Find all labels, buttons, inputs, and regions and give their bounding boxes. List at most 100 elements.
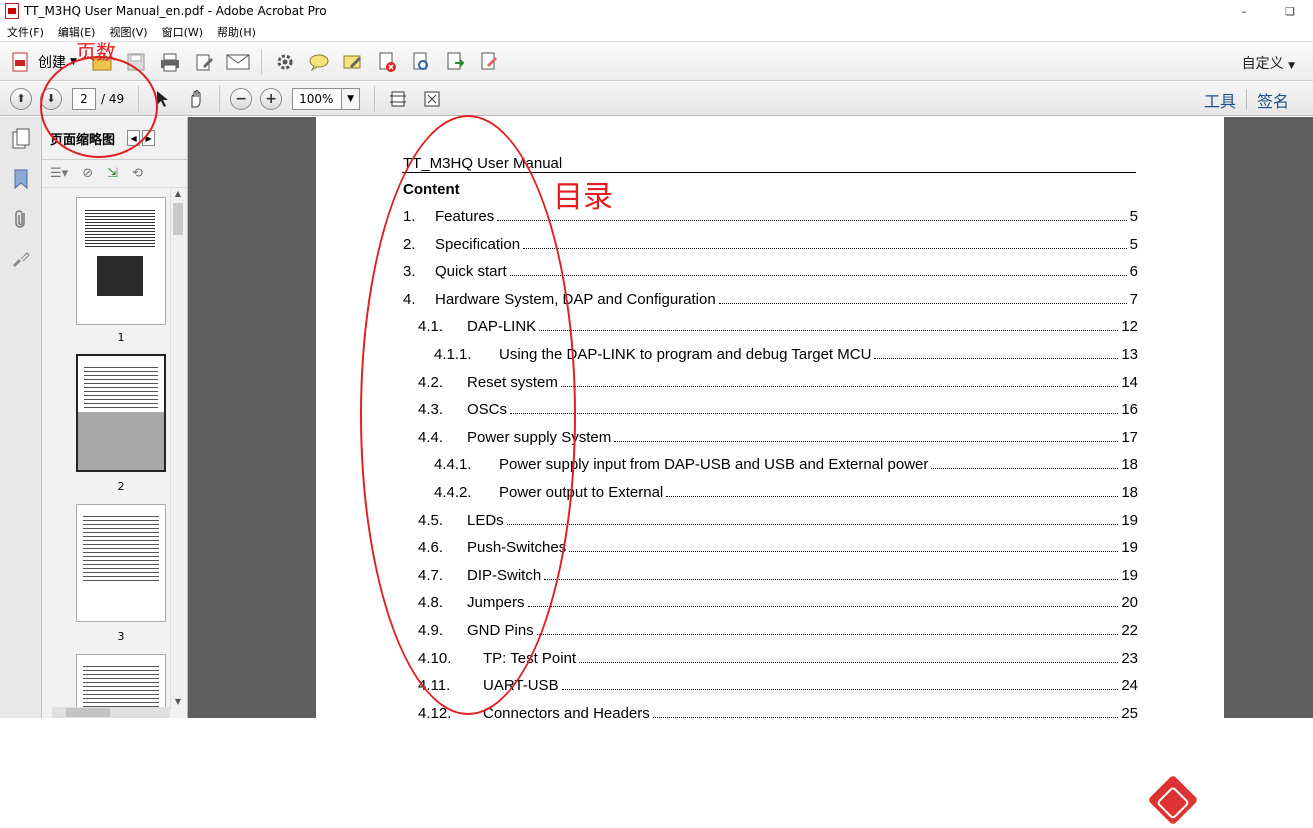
toc-row[interactable]: 2. Specification 5 bbox=[403, 236, 1138, 256]
menu-window[interactable]: 窗口(W) bbox=[155, 24, 210, 40]
toc-leader-dots bbox=[506, 523, 1119, 525]
page-thumbnails-icon[interactable] bbox=[9, 127, 33, 151]
tools-link[interactable]: 工具 bbox=[1194, 88, 1246, 112]
toc-leader-dots bbox=[569, 551, 1119, 553]
previous-page-button[interactable]: ⬆ bbox=[10, 87, 32, 110]
minimize-button[interactable]: – bbox=[1221, 0, 1267, 22]
toc-row[interactable]: 4.4.2. Power output to External 18 bbox=[434, 484, 1138, 504]
panel-toolbar: ☰▾ ⊘ ⇲ ⟲ bbox=[42, 160, 187, 188]
sign-link[interactable]: 签名 bbox=[1247, 88, 1299, 112]
export-icon[interactable] bbox=[443, 50, 467, 74]
toc-entry-text: LEDs bbox=[467, 511, 504, 529]
thumbnail-page-1[interactable] bbox=[76, 197, 166, 325]
options-menu-icon[interactable]: ☰▾ bbox=[50, 166, 68, 181]
zoom-out-button[interactable]: − bbox=[230, 87, 253, 110]
next-page-button[interactable]: ⬇ bbox=[40, 87, 62, 110]
document-viewer[interactable]: TT_M3HQ User Manual Content 1. Features 5 2… bbox=[188, 117, 1313, 828]
toc-entry-text: Power output to External bbox=[499, 484, 664, 501]
full-screen-icon[interactable] bbox=[420, 87, 444, 111]
open-icon[interactable] bbox=[90, 50, 114, 74]
create-button[interactable]: 创建 ▼ bbox=[10, 51, 77, 73]
settings-icon[interactable] bbox=[273, 50, 297, 74]
toc-row[interactable]: 4.1.1. Using the DAP-LINK to program and … bbox=[434, 346, 1138, 366]
toc-leader-dots bbox=[510, 413, 1119, 415]
thumbnail-page-2[interactable] bbox=[76, 354, 166, 472]
print-icon[interactable] bbox=[158, 50, 182, 74]
zoom-in-button[interactable]: + bbox=[260, 87, 283, 110]
header-rule bbox=[402, 172, 1136, 173]
search-icon[interactable] bbox=[409, 50, 433, 74]
hand-tool-icon[interactable] bbox=[184, 87, 208, 111]
toc-page-number: 12 bbox=[1121, 318, 1138, 336]
toc-number: 4.11. bbox=[418, 677, 451, 695]
menu-view[interactable]: 视图(V) bbox=[102, 24, 154, 40]
toc-page-number: 5 bbox=[1129, 208, 1138, 225]
toc-page-number: 22 bbox=[1121, 622, 1138, 639]
bookmark-icon[interactable] bbox=[9, 167, 33, 191]
toc-leader-dots bbox=[614, 440, 1119, 442]
toc-row[interactable]: 4.5. LEDs 19 bbox=[418, 512, 1138, 532]
toc-row[interactable]: 4. Hardware System, DAP and Configuration… bbox=[403, 291, 1138, 311]
thumbnail-page-4[interactable] bbox=[76, 654, 166, 709]
toc-entry-text: DIP-Switch bbox=[467, 566, 542, 584]
toc-row[interactable]: 4.9. GND Pins 22 bbox=[418, 622, 1138, 642]
insert-pages-icon[interactable]: ⇲ bbox=[107, 166, 118, 181]
main-toolbar: 创建 ▼ 自定义 ▼ bbox=[0, 43, 1313, 81]
highlight-icon[interactable] bbox=[341, 50, 365, 74]
zoom-dropdown[interactable]: ▼ bbox=[342, 87, 361, 110]
toc-number: 4.4.2. bbox=[434, 484, 472, 501]
edit-icon[interactable] bbox=[192, 50, 216, 74]
toc-row[interactable]: 4.7. DIP-Switch 19 bbox=[418, 567, 1138, 587]
replace-pages-icon[interactable]: ⟲ bbox=[132, 166, 143, 181]
menu-edit[interactable]: 编辑(E) bbox=[51, 24, 103, 40]
toc-entry-text: Specification bbox=[435, 235, 521, 253]
toc-row[interactable]: 4.3. OSCs 16 bbox=[418, 401, 1138, 421]
select-tool-icon[interactable] bbox=[150, 87, 174, 111]
zoom-level-input[interactable]: 100% bbox=[292, 87, 343, 110]
title-bar: TT_M3HQ User Manual_en.pdf - Adobe Acrob… bbox=[0, 0, 1313, 22]
thumbnail-page-3[interactable] bbox=[76, 504, 166, 622]
signature-icon[interactable] bbox=[9, 247, 33, 271]
horizontal-scrollbar[interactable] bbox=[52, 707, 170, 718]
toc-row[interactable]: 3. Quick start 6 bbox=[403, 263, 1138, 283]
delete-page-icon[interactable] bbox=[375, 50, 399, 74]
menu-file[interactable]: 文件(F) bbox=[0, 24, 51, 40]
save-icon[interactable] bbox=[124, 50, 148, 74]
toc-leader-dots bbox=[523, 247, 1127, 249]
toc-number: 4.8. bbox=[418, 594, 444, 612]
toc-row[interactable]: 4.6. Push-Switches 19 bbox=[418, 539, 1138, 559]
form-icon[interactable] bbox=[477, 50, 501, 74]
toc-row[interactable]: 4.1. DAP-LINK 12 bbox=[418, 318, 1138, 338]
thumbnail-scrollbar[interactable]: ▲ ▼ bbox=[170, 189, 184, 709]
page-number-input[interactable]: 2 bbox=[72, 87, 96, 110]
fit-width-icon[interactable] bbox=[386, 87, 410, 111]
toc-entry-text: UART-USB bbox=[483, 677, 559, 695]
toc-entry-text: TP: Test Point bbox=[483, 649, 577, 667]
scrollbar-thumb[interactable] bbox=[66, 708, 110, 717]
toc-entry-text: Push-Switches bbox=[467, 539, 567, 557]
toc-row[interactable]: 4.4.1. Power supply input from DAP-USB an… bbox=[434, 456, 1138, 476]
scroll-down-icon[interactable]: ▼ bbox=[173, 697, 183, 709]
toc-row[interactable]: 1. Features 5 bbox=[403, 208, 1138, 228]
minus-icon: − bbox=[235, 90, 247, 107]
toc-row[interactable]: 4.4. Power supply System 17 bbox=[418, 429, 1138, 449]
toc-row[interactable]: 4.12. Connectors and Headers 25 bbox=[418, 705, 1138, 725]
expand-panel-button[interactable]: ▶ bbox=[142, 130, 156, 146]
toc-row[interactable]: 4.8. Jumpers 20 bbox=[418, 594, 1138, 614]
customize-menu[interactable]: 自定义 ▼ bbox=[1242, 53, 1295, 73]
email-icon[interactable] bbox=[226, 50, 250, 74]
toc-row[interactable]: 4.2. Reset system 14 bbox=[418, 374, 1138, 394]
collapse-panel-button[interactable]: ◀ bbox=[127, 130, 141, 146]
pdf-app-icon bbox=[5, 3, 19, 19]
toc-row[interactable]: 4.10. TP: Test Point 23 bbox=[418, 650, 1138, 670]
restore-button[interactable]: ❏ bbox=[1267, 0, 1313, 22]
scrollbar-thumb[interactable] bbox=[173, 203, 183, 235]
toc-row[interactable]: 4.11. UART-USB 24 bbox=[418, 677, 1138, 697]
scroll-up-icon[interactable]: ▲ bbox=[173, 189, 183, 201]
comment-icon[interactable] bbox=[307, 50, 331, 74]
toc-page-number: 17 bbox=[1121, 428, 1138, 446]
attachment-icon[interactable] bbox=[9, 207, 33, 231]
delete-pages-icon[interactable]: ⊘ bbox=[82, 166, 93, 181]
toc-entry-text: Reset system bbox=[467, 373, 558, 391]
menu-help[interactable]: 帮助(H) bbox=[210, 24, 263, 40]
